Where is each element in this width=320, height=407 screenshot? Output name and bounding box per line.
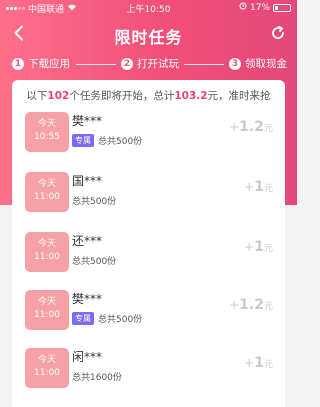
step-label: 打开试玩 [137,58,179,70]
step-3: 3 领取现金 [229,56,287,71]
nav-bar: 限时任务 [0,18,297,48]
task-quota: 总共500份 [72,197,117,207]
step-divider [76,64,116,65]
reward-amount: +1.2元 [229,119,273,135]
battery-percent: 17% [249,2,270,13]
task-item[interactable]: 今天 11:00 闲*** 总共1600份 +1元 [12,348,285,406]
task-name: 樊*** [72,114,103,128]
step-number: 3 [229,57,241,70]
task-quota: 总共500份 [98,137,143,147]
step-label: 领取现金 [245,58,287,70]
task-item[interactable]: 今天 11:00 还*** 总共500份 +1元 [12,232,285,290]
status-bar: 中国联通 上午10:50 17% [0,0,297,16]
task-meta: 专属 总共500份 [72,134,142,147]
task-item[interactable]: 今天 10:55 樊*** 专属 总共500份 +1.2元 [12,112,285,170]
start-time-box: 今天 11:00 [25,232,69,272]
total-amount: 103.2 [174,90,208,102]
step-number: 1 [12,57,24,70]
start-time-box: 今天 11:00 [25,290,69,330]
task-name: 国*** [72,174,103,188]
exclusive-badge: 专属 [72,134,94,147]
step-divider [184,64,224,65]
start-time-box: 今天 11:00 [25,348,69,388]
start-time-box: 今天 10:55 [25,112,69,152]
step-label: 下载应用 [28,58,70,70]
refresh-button[interactable] [267,22,289,44]
task-name: 闲*** [72,350,103,364]
reward-amount: +1.2元 [229,297,273,313]
task-item[interactable]: 今天 11:00 樊*** 专属 总共500份 +1.2元 [12,290,285,348]
start-time-box: 今天 11:00 [25,172,69,212]
status-right: 17% [239,2,291,13]
task-quota: 总共500份 [72,257,117,267]
task-steps: 1 下载应用 2 打开试玩 3 领取现金 [0,56,297,74]
step-number: 2 [121,57,133,70]
task-name: 樊*** [72,292,103,306]
step-1: 1 下载应用 [12,56,70,71]
task-meta: 专属 总共500份 [72,312,142,325]
reward-amount: +1元 [244,355,273,371]
page-title: 限时任务 [114,28,183,47]
task-name: 还*** [72,234,103,248]
task-meta: 总共500份 [72,194,116,207]
step-2: 2 打开试玩 [121,56,179,71]
reward-amount: +1元 [244,239,273,255]
task-meta: 总共1600份 [72,370,122,383]
reward-amount: +1元 [244,179,273,195]
battery-icon [273,3,291,12]
task-summary: 以下102个任务即将开始，总计103.2元，准时来抢 [26,90,271,102]
alarm-icon [239,2,247,13]
task-list-card: 以下102个任务即将开始，总计103.2元，准时来抢 今天 10:55 樊***… [12,80,285,407]
task-quota: 总共1600份 [72,373,122,383]
refresh-icon [272,25,284,39]
exclusive-badge: 专属 [72,312,94,325]
task-count: 102 [47,90,70,102]
task-item[interactable]: 今天 11:00 国*** 总共500份 +1元 [12,172,285,230]
task-quota: 总共500份 [98,315,143,325]
task-meta: 总共500份 [72,254,116,267]
